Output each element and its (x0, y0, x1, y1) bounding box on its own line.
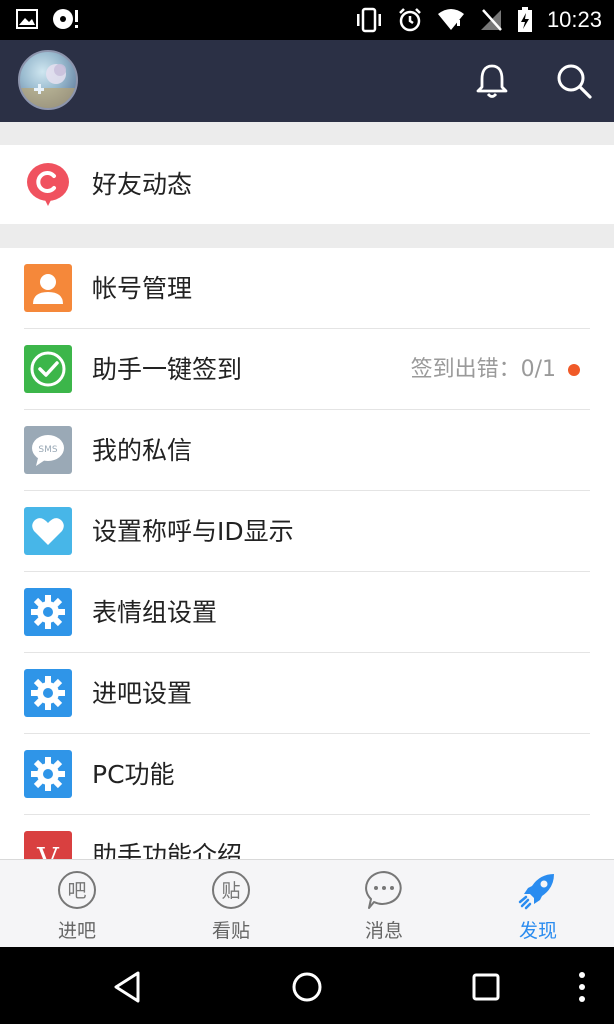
image-notification-icon (16, 9, 38, 29)
tab-label: 进吧 (57, 920, 96, 942)
tab-jinba[interactable]: 吧 进吧 (27, 860, 127, 948)
back-icon[interactable] (108, 969, 148, 1005)
settings-group: 帐号管理 助手一键签到 签到出错：0/1 SMS 我的私信 设置称呼与ID显示 … (0, 248, 614, 859)
alarm-icon (399, 8, 421, 32)
svg-text:SMS: SMS (38, 445, 57, 455)
list-item-emoji-settings[interactable]: 表情组设置 (0, 572, 614, 653)
tab-posts[interactable]: 贴 看贴 (181, 860, 281, 948)
vibrate-icon (356, 7, 381, 33)
svg-text:V: V (36, 842, 60, 859)
gear-icon (24, 588, 72, 636)
list-item-label: 表情组设置 (92, 598, 218, 627)
gear-icon (24, 750, 72, 798)
list-item-sign-in[interactable]: 助手一键签到 签到出错：0/1 (0, 329, 614, 410)
bottom-tab-bar: 吧 进吧 贴 看贴 消息 发现 (0, 859, 614, 947)
avatar-image (20, 64, 76, 108)
status-time: 10:23 (546, 7, 602, 32)
status-dot (568, 364, 580, 376)
list-item-label: 助手一键签到 (92, 355, 243, 384)
friends-feed-item[interactable]: 好友动态 (0, 145, 614, 224)
svg-text:贴: 贴 (221, 880, 240, 902)
tab-messages[interactable]: 消息 (334, 860, 434, 948)
check-icon (24, 345, 72, 393)
list-item-display-name[interactable]: 设置称呼与ID显示 (0, 491, 614, 572)
post-tab-icon: 贴 (212, 871, 250, 909)
list-item-label: 助手功能介绍 (92, 841, 243, 859)
system-nav-bar (0, 947, 614, 1024)
friends-feed-label: 好友动态 (92, 170, 193, 199)
list-item-account[interactable]: 帐号管理 (0, 248, 614, 329)
list-item-label: 进吧设置 (92, 679, 193, 708)
friends-feed-icon (24, 160, 72, 208)
chat-bubble-icon (365, 871, 402, 909)
list-item-label: PC功能 (92, 760, 175, 789)
list-item-label: 设置称呼与ID显示 (92, 517, 294, 546)
list-item-messages[interactable]: SMS 我的私信 (0, 410, 614, 491)
list-item-bar-settings[interactable]: 进吧设置 (0, 653, 614, 734)
svg-text:吧: 吧 (67, 880, 86, 902)
heart-icon (24, 507, 72, 555)
status-bar: 10:23 (0, 0, 614, 40)
sms-icon: SMS (24, 426, 72, 474)
disc-notification-icon (53, 9, 78, 29)
friends-group: 好友动态 (0, 145, 614, 224)
recents-icon[interactable] (466, 969, 506, 1005)
list-item-label: 我的私信 (92, 436, 193, 465)
tab-label: 发现 (518, 920, 557, 942)
list-item-features-intro[interactable]: V 助手功能介绍 (0, 815, 614, 859)
rocket-icon (518, 874, 554, 910)
sign-in-status: 签到出错：0/1 (410, 357, 556, 382)
home-icon[interactable] (287, 969, 327, 1005)
wifi-icon (437, 9, 464, 30)
tab-label: 看贴 (211, 920, 250, 942)
bar-tab-icon: 吧 (58, 871, 96, 909)
avatar[interactable] (18, 50, 78, 110)
v-icon: V (24, 831, 72, 859)
person-icon (24, 264, 72, 312)
gear-icon (24, 669, 72, 717)
no-signal-icon (480, 9, 502, 31)
tab-discover[interactable]: 发现 (488, 860, 588, 948)
list-item-label: 帐号管理 (92, 274, 193, 303)
app-header (0, 40, 614, 122)
search-icon[interactable] (554, 61, 594, 101)
battery-charging-icon (517, 7, 532, 32)
tab-label: 消息 (364, 920, 403, 942)
list-item-pc-features[interactable]: PC功能 (0, 734, 614, 815)
bell-icon[interactable] (472, 61, 512, 101)
overflow-menu-icon[interactable] (562, 969, 602, 1005)
